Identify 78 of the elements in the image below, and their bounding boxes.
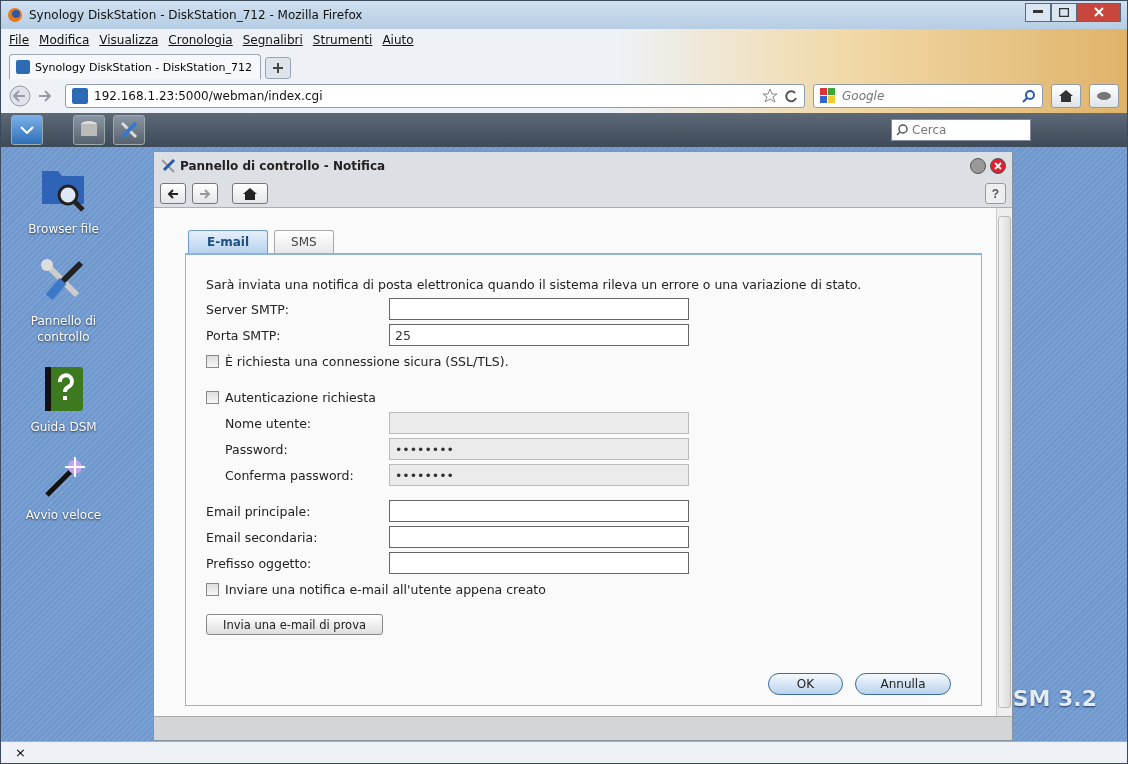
field-label: Server SMTP: xyxy=(206,301,291,317)
home-icon xyxy=(243,187,257,200)
address-bar[interactable]: 192.168.1.23:5000/webman/index.cgi xyxy=(65,84,805,108)
menu-item[interactable]: Aiuto xyxy=(382,33,414,47)
menu-item[interactable]: File xyxy=(9,33,30,47)
close-icon xyxy=(1094,7,1104,17)
home-button[interactable] xyxy=(1051,84,1081,108)
addon-button[interactable] xyxy=(1089,84,1119,108)
control-panel-button[interactable] xyxy=(113,115,145,145)
new-tab-button[interactable] xyxy=(264,57,291,79)
input-field[interactable] xyxy=(389,500,689,522)
maximize-button[interactable] xyxy=(1051,2,1077,22)
field-label: Nome utente: xyxy=(225,415,313,431)
test-email-button[interactable]: Invia una e-mail di prova xyxy=(206,614,383,635)
input-field[interactable]: 25 xyxy=(389,324,689,346)
minimize-icon xyxy=(1033,10,1043,14)
checkbox-label: Inviare una notifica e-mail all'utente appena creato xyxy=(225,581,546,597)
menu-item[interactable]: Segnalibri xyxy=(242,33,303,47)
field-label: Password: xyxy=(225,441,289,457)
close-button[interactable] xyxy=(990,158,1006,174)
menu-item[interactable]: Modifica xyxy=(39,33,90,47)
field-label: Porta SMTP: xyxy=(206,327,282,343)
scrollbar[interactable] xyxy=(996,208,1012,716)
browser-logo-icon xyxy=(7,7,23,23)
addon-icon xyxy=(1096,90,1112,102)
checkbox-label: Autenticazione richiesta xyxy=(225,389,376,405)
checkbox[interactable] xyxy=(206,582,219,596)
tools-icon xyxy=(119,120,139,140)
input-field[interactable] xyxy=(389,298,689,320)
search-icon[interactable] xyxy=(1022,89,1036,103)
home-icon xyxy=(1058,89,1074,103)
close-button[interactable] xyxy=(1077,2,1121,22)
window-title: Synology DiskStation - DiskStation_712 - Mozilla Firefox xyxy=(29,8,364,22)
field-label: Email principale: xyxy=(206,503,312,519)
back-button[interactable] xyxy=(160,183,186,204)
main-menu-button[interactable] xyxy=(11,115,43,145)
tab[interactable]: E-mail xyxy=(188,230,268,253)
search-engine-icon xyxy=(820,88,836,104)
checkbox-label: È richiesta una connessione sicura (SSL/TLS). xyxy=(225,353,509,369)
input-field[interactable] xyxy=(389,526,689,548)
search-field[interactable]: Cerca xyxy=(891,119,1031,141)
star-icon[interactable] xyxy=(762,88,778,104)
plus-icon xyxy=(271,62,284,74)
input-field[interactable] xyxy=(389,552,689,574)
minimize-button[interactable] xyxy=(1025,2,1051,22)
ok-button[interactable]: OK xyxy=(768,673,843,695)
checkbox[interactable] xyxy=(206,354,219,368)
search-icon xyxy=(896,124,908,136)
reload-icon[interactable] xyxy=(784,89,798,103)
browser-tab[interactable]: Synology DiskStation - DiskStation_712 xyxy=(9,54,261,79)
maximize-icon xyxy=(1059,7,1069,17)
field-label: Email secondaria: xyxy=(206,529,319,545)
description-text: Sarà inviata una notifica di posta elettronica quando il sistema rileva un errore o una variazione di stato. xyxy=(206,277,863,292)
close-icon xyxy=(994,162,1002,170)
site-icon xyxy=(16,60,30,74)
brand-text: SM 3.2 xyxy=(1012,686,1097,711)
menu-item[interactable]: Visualizza xyxy=(99,33,159,47)
menu-item[interactable]: Cronologia xyxy=(168,33,233,47)
close-status-bar[interactable]: × xyxy=(15,745,26,760)
home-button[interactable] xyxy=(232,183,268,204)
checkbox[interactable] xyxy=(206,390,219,404)
menu-item[interactable]: Strumenti xyxy=(312,33,373,47)
storage-app-button[interactable] xyxy=(73,115,105,145)
minimize-button[interactable] xyxy=(970,158,986,174)
cancel-button[interactable]: Annulla xyxy=(855,673,951,695)
forward-button[interactable] xyxy=(192,183,218,204)
help-button[interactable]: ? xyxy=(985,183,1006,204)
field-label: Prefisso oggetto: xyxy=(206,555,313,571)
tools-icon xyxy=(160,158,176,174)
help-book-icon xyxy=(42,365,85,413)
search-field[interactable]: Google xyxy=(813,84,1043,108)
arrow-left-icon xyxy=(167,188,179,199)
dialog-title: Pannello di controllo - Notifica xyxy=(180,159,387,173)
tab[interactable]: SMS xyxy=(274,230,334,253)
site-icon xyxy=(72,88,88,104)
chevron-down-icon xyxy=(20,126,34,134)
field-label: Conferma password: xyxy=(225,467,355,483)
arrow-right-icon xyxy=(199,188,211,199)
